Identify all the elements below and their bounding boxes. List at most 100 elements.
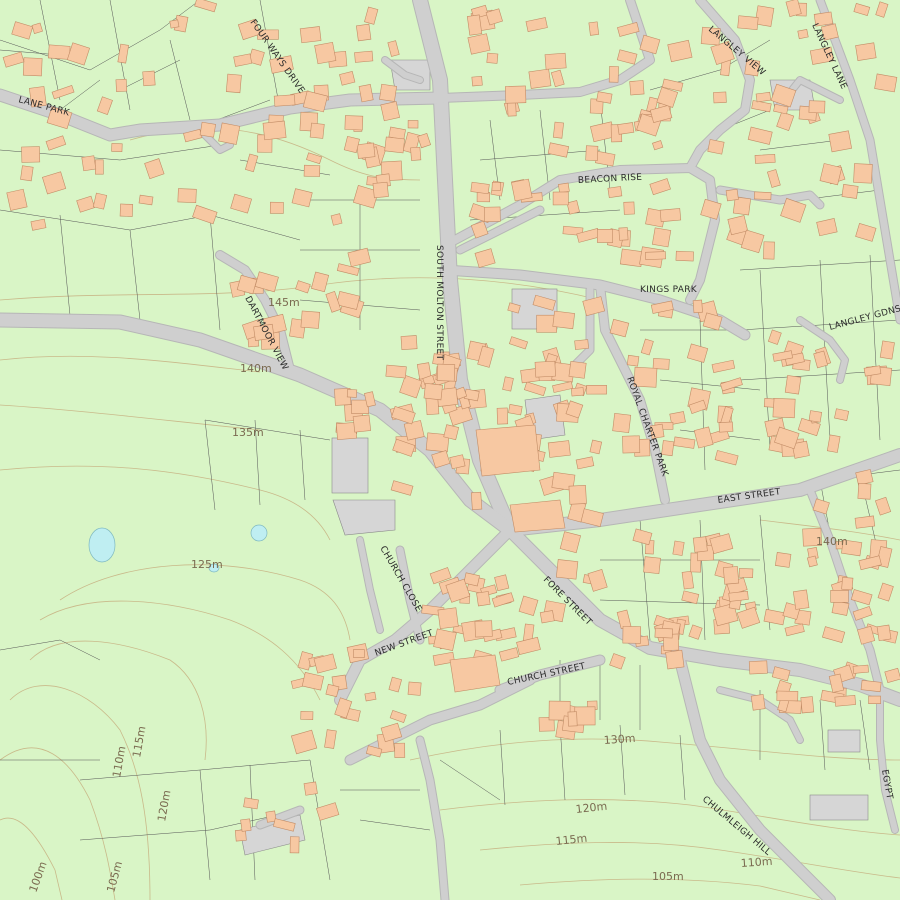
building-141	[797, 29, 809, 40]
building-67	[218, 122, 241, 145]
contour-label-110: 110m	[740, 855, 773, 870]
building-149	[753, 191, 772, 200]
building-431	[474, 620, 493, 638]
building-381	[774, 552, 792, 568]
map-canvas[interactable]: 145m 140m 135m 140m 125m 130m 120m 115m …	[0, 0, 900, 900]
building-398	[353, 649, 365, 658]
road-label-south-molton-street: SOUTH MOLTON STREET	[434, 245, 444, 361]
building-400	[407, 681, 422, 696]
building-110	[828, 130, 852, 153]
building-429	[437, 607, 459, 630]
building-229	[508, 404, 523, 416]
building-222	[586, 384, 607, 395]
building-271	[772, 397, 796, 419]
building-99	[585, 145, 599, 161]
building-399	[364, 691, 377, 702]
building-456	[776, 690, 799, 702]
building-446	[748, 660, 768, 675]
building-175	[491, 181, 502, 192]
contour-label-125: 125m	[191, 558, 223, 571]
building-467	[574, 706, 596, 726]
building-1	[303, 164, 321, 177]
building-47	[47, 44, 71, 60]
building-11	[115, 78, 128, 92]
building-525	[841, 576, 854, 591]
building-327	[681, 570, 694, 590]
building-500	[372, 181, 389, 199]
building-442	[352, 414, 372, 433]
building-236	[568, 484, 587, 505]
contour-label-145: 145m	[268, 296, 300, 309]
pond-small	[250, 524, 268, 542]
building-56	[138, 194, 154, 206]
building-320	[449, 454, 466, 470]
building-404	[300, 711, 314, 720]
building-22	[354, 50, 374, 63]
building-57	[314, 41, 337, 65]
building-26	[20, 165, 34, 182]
building-62	[356, 23, 372, 42]
building-256	[626, 354, 640, 367]
building-15	[142, 70, 156, 87]
building-394	[325, 683, 340, 698]
building-451	[868, 695, 881, 705]
building-71	[552, 121, 564, 139]
building-352	[692, 536, 708, 553]
building-290	[784, 375, 802, 395]
building-114	[853, 163, 873, 184]
building-460	[860, 679, 882, 693]
building-357	[539, 610, 555, 624]
building-66	[299, 26, 322, 44]
contour-label-140: 140m	[240, 362, 272, 375]
building-515	[665, 649, 685, 670]
building-258	[692, 299, 703, 314]
contour-label-130: 130m	[603, 732, 636, 747]
building-265	[612, 412, 632, 434]
building-424	[433, 628, 457, 651]
building-286	[763, 397, 775, 408]
building-230	[470, 491, 483, 511]
building-350	[738, 568, 754, 579]
building-363	[854, 515, 876, 529]
building-24	[6, 188, 28, 211]
building-523	[830, 589, 849, 603]
site-block-2	[331, 437, 369, 494]
building-519	[622, 626, 642, 644]
building-454	[750, 694, 766, 711]
building-246	[652, 358, 670, 370]
building-449	[800, 696, 815, 714]
large-building-1	[475, 424, 541, 477]
building-174	[659, 208, 682, 223]
building-526	[876, 624, 892, 642]
building-178	[483, 206, 501, 222]
building-209	[547, 440, 571, 458]
building-31	[225, 73, 242, 94]
building-173	[651, 227, 672, 248]
building-101	[486, 52, 499, 64]
building-508	[240, 818, 252, 832]
building-94	[467, 33, 491, 55]
site-block-5	[827, 729, 861, 753]
building-30	[358, 84, 374, 103]
building-201	[574, 339, 589, 350]
building-312	[400, 335, 418, 351]
contour-label-140-east: 140m	[816, 535, 848, 548]
building-125	[725, 188, 739, 202]
building-335	[643, 556, 661, 575]
building-496	[344, 115, 364, 131]
building-116	[874, 73, 898, 93]
building-504	[243, 797, 259, 810]
building-434	[476, 591, 491, 607]
building-156	[557, 182, 570, 194]
building-176	[470, 181, 490, 195]
building-441	[346, 389, 358, 398]
building-284	[808, 410, 823, 423]
building-268	[622, 435, 641, 454]
building-183	[645, 251, 666, 261]
building-89	[528, 68, 552, 89]
building-82	[608, 66, 619, 83]
building-139	[819, 163, 843, 186]
building-120	[713, 91, 727, 104]
building-239	[534, 360, 556, 378]
building-7	[119, 203, 134, 217]
